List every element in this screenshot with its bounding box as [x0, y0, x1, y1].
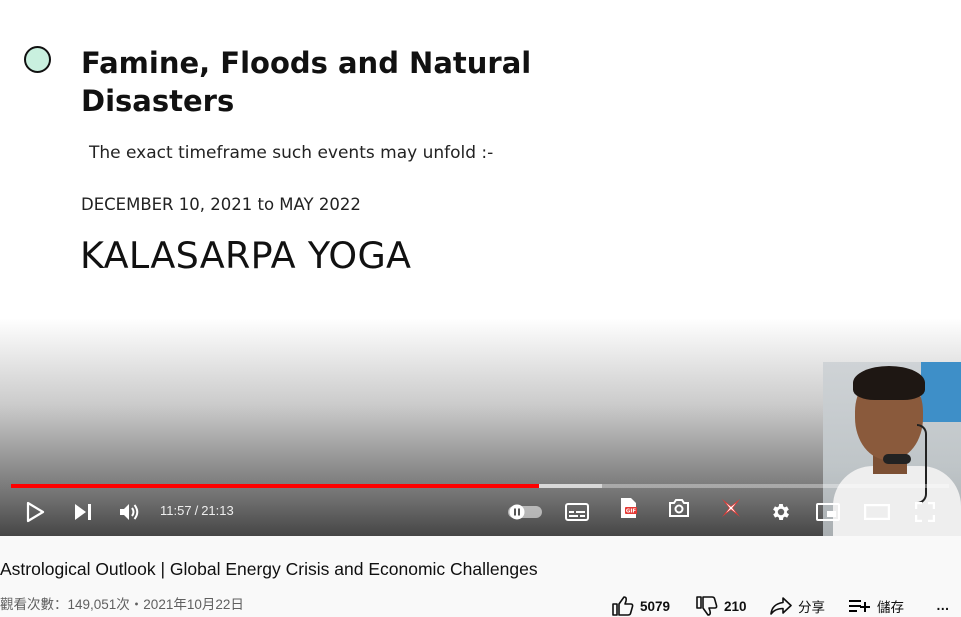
share-icon: [770, 597, 792, 615]
view-count-date: 觀看次數：149,051次・2021年10月22日: [0, 597, 244, 612]
gif-button[interactable]: GIF: [613, 488, 643, 528]
subtitles-icon: [565, 503, 589, 521]
slide-subtitle: The exact timeframe such events may unfo…: [89, 143, 494, 163]
autoplay-toggle-icon: [508, 504, 542, 520]
dislike-count: 210: [724, 598, 747, 614]
share-label: 分享: [798, 600, 825, 615]
screenshot-icon: [669, 499, 689, 517]
settings-icon: [773, 504, 789, 520]
more-actions-button[interactable]: …: [930, 594, 950, 616]
webcam-microphone: [883, 454, 911, 464]
video-title: Astrological Outlook | Global Energy Cri…: [0, 559, 538, 579]
share-button[interactable]: 分享: [770, 595, 825, 617]
current-time: 11:57: [160, 503, 192, 518]
miniplayer-button[interactable]: [813, 492, 843, 532]
slide-dates: DECEMBER 10, 2021 to MAY 2022: [81, 195, 361, 214]
next-icon: [75, 504, 91, 520]
settings-button[interactable]: [766, 492, 796, 532]
player-controls: 11:57/21:13 GIF: [0, 492, 961, 532]
subtitles-button[interactable]: [562, 492, 592, 532]
volume-button[interactable]: [114, 492, 146, 532]
thumbs-up-icon: [612, 596, 634, 616]
play-button[interactable]: [20, 492, 50, 532]
webcam-background: [921, 362, 961, 422]
screenshot-button[interactable]: [664, 488, 694, 528]
more-icon: …: [936, 597, 950, 613]
autoplay-toggle[interactable]: [506, 492, 544, 532]
duration: 21:13: [201, 503, 234, 518]
dislike-button[interactable]: 210: [696, 595, 747, 617]
thumbs-down-icon: [696, 596, 718, 616]
miniplayer-icon: [816, 503, 840, 521]
slide-heading: KALASARPA YOGA: [80, 234, 412, 277]
next-button[interactable]: [68, 492, 98, 532]
theater-icon: [864, 504, 890, 520]
time-separator: /: [194, 503, 199, 518]
save-label: 儲存: [877, 600, 904, 615]
slide-title: Famine, Floods and Natural Disasters: [81, 46, 532, 118]
like-count: 5079: [640, 598, 671, 614]
fullscreen-icon: [915, 502, 935, 522]
gif-icon: GIF: [621, 498, 637, 518]
extension-button[interactable]: [716, 488, 746, 528]
like-button[interactable]: 5079: [612, 595, 670, 617]
video-metadata: Astrological Outlook | Global Energy Cri…: [0, 536, 961, 616]
playlist-add-icon: [849, 600, 870, 612]
progress-played: [11, 484, 540, 488]
theater-button[interactable]: [860, 492, 894, 532]
webcam-hair: [853, 366, 925, 400]
volume-icon: [120, 504, 139, 520]
play-icon: [26, 501, 45, 523]
save-button[interactable]: 儲存: [849, 595, 904, 617]
slide-bullet: [24, 46, 51, 73]
progress-bar[interactable]: [11, 484, 949, 488]
extension-icon: [722, 499, 740, 517]
time-display: 11:57/21:13: [160, 503, 234, 518]
video-player[interactable]: Famine, Floods and Natural Disasters The…: [0, 0, 961, 536]
fullscreen-button[interactable]: [910, 492, 940, 532]
svg-text:GIF: GIF: [626, 509, 637, 515]
